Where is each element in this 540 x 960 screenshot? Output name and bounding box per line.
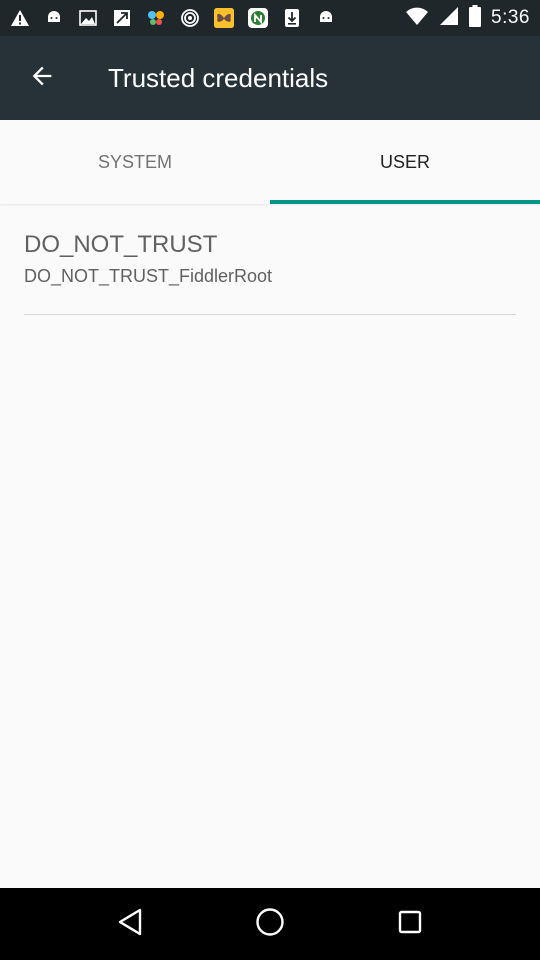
navigation-bar	[0, 888, 540, 960]
recents-square-icon	[398, 910, 422, 939]
download-icon	[282, 8, 302, 28]
signal-icon	[439, 6, 459, 31]
status-bar: 5:36	[0, 0, 540, 36]
page-title: Trusted credentials	[108, 62, 329, 93]
android-icon	[44, 8, 64, 28]
home-circle-icon	[255, 907, 285, 942]
android-icon	[316, 8, 336, 28]
arrow-back-icon	[28, 62, 56, 95]
credentials-list: DO_NOT_TRUST DO_NOT_TRUST_FiddlerRoot	[24, 204, 516, 315]
tab-label: SYSTEM	[97, 151, 172, 172]
list-item[interactable]: DO_NOT_TRUST DO_NOT_TRUST_FiddlerRoot	[24, 204, 516, 315]
credential-title: DO_NOT_TRUST	[24, 231, 218, 258]
butterfly-icon	[146, 8, 166, 28]
tab-label: USER	[379, 151, 430, 172]
send-icon	[112, 8, 132, 28]
system-status: 5:36	[405, 4, 530, 32]
image-icon	[78, 8, 98, 28]
warning-icon	[10, 8, 30, 28]
wifi-icon	[405, 6, 429, 31]
back-triangle-icon	[117, 908, 143, 941]
n-app-icon	[248, 8, 268, 28]
nav-back-button[interactable]	[100, 894, 160, 954]
tab-bar: SYSTEM USER	[0, 120, 540, 204]
hotspot-icon	[180, 8, 200, 28]
clock: 5:36	[491, 7, 530, 28]
tab-user[interactable]: USER	[270, 120, 540, 204]
back-button[interactable]	[0, 36, 84, 120]
nav-home-button[interactable]	[240, 894, 300, 954]
battery-icon	[469, 4, 482, 32]
butterfly-app-icon	[214, 8, 234, 28]
nav-recents-button[interactable]	[380, 894, 440, 954]
notification-icons	[10, 0, 336, 36]
tab-system[interactable]: SYSTEM	[0, 120, 270, 204]
credential-subtitle: DO_NOT_TRUST_FiddlerRoot	[24, 266, 273, 286]
app-bar: Trusted credentials	[0, 36, 540, 120]
